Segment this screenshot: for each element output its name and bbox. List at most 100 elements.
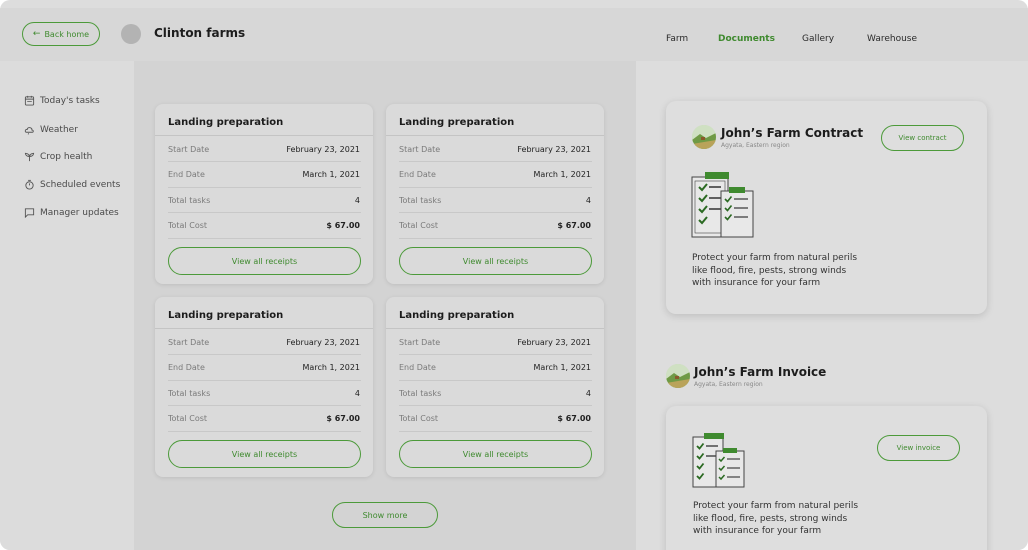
farm-thumbnail <box>692 125 716 149</box>
divider <box>168 431 361 432</box>
total-cost-value: $ 67.00 <box>326 221 360 230</box>
total-cost-label: Total Cost <box>168 221 208 230</box>
end-date-label: End Date <box>399 363 436 372</box>
sidebar-item-label: Crop health <box>40 151 93 162</box>
view-all-receipts-button[interactable]: View all receipts <box>399 247 592 275</box>
start-date-label: Start Date <box>168 145 210 154</box>
divider <box>399 238 592 239</box>
contract-card: John’s Farm Contract Agyata, Eastern reg… <box>666 101 987 314</box>
chat-icon <box>24 208 35 218</box>
farm-landscape-icon <box>692 125 716 149</box>
divider <box>155 328 373 329</box>
sidebar-item-label: Scheduled events <box>40 179 121 190</box>
end-date-label: End Date <box>168 363 205 372</box>
divider <box>386 328 604 329</box>
nav-warehouse[interactable]: Warehouse <box>867 34 917 44</box>
nav-gallery[interactable]: Gallery <box>802 34 834 44</box>
nav-farm[interactable]: Farm <box>666 34 688 44</box>
total-tasks-label: Total tasks <box>168 196 211 205</box>
card-title: Landing preparation <box>168 310 284 321</box>
invoice-document-icon <box>692 433 745 488</box>
divider <box>399 161 592 162</box>
task-card: Landing preparation Start Date February … <box>155 297 373 477</box>
end-date-value: March 1, 2021 <box>533 170 591 179</box>
sidebar-item-scheduled-events[interactable]: Scheduled events <box>24 179 120 190</box>
divider <box>399 380 592 381</box>
calendar-icon <box>24 95 35 106</box>
invoice-title: John’s Farm Invoice <box>694 365 827 379</box>
task-cards-panel: Landing preparation Start Date February … <box>134 61 636 550</box>
view-all-receipts-button[interactable]: View all receipts <box>168 247 361 275</box>
divider <box>168 238 361 239</box>
document-checklist-icon <box>691 172 754 238</box>
contract-description: Protect your farm from natural perils li… <box>692 253 858 288</box>
total-cost-value: $ 67.00 <box>557 414 591 423</box>
documents-panel: John’s Farm Contract Agyata, Eastern reg… <box>636 61 1028 550</box>
view-invoice-button[interactable]: View invoice <box>877 435 960 461</box>
view-contract-button[interactable]: View contract <box>881 125 964 151</box>
end-date-label: End Date <box>168 170 205 179</box>
sidebar: Today's tasks Weather Crop health Schedu… <box>0 61 134 550</box>
top-nav: Farm Documents Gallery Warehouse <box>0 34 1028 48</box>
sidebar-item-crop-health[interactable]: Crop health <box>24 151 92 162</box>
divider <box>399 405 592 406</box>
timer-icon <box>25 179 34 190</box>
card-title: Landing preparation <box>399 310 515 321</box>
start-date-value: February 23, 2021 <box>286 338 360 347</box>
total-cost-value: $ 67.00 <box>326 414 360 423</box>
total-cost-label: Total Cost <box>399 414 439 423</box>
plant-icon <box>24 152 35 162</box>
view-all-receipts-button[interactable]: View all receipts <box>399 440 592 468</box>
contract-location: Agyata, Eastern region <box>721 142 790 149</box>
divider <box>168 380 361 381</box>
view-all-receipts-button[interactable]: View all receipts <box>168 440 361 468</box>
invoice-description: Protect your farm from natural perils li… <box>693 501 859 536</box>
divider <box>386 135 604 136</box>
sidebar-item-weather[interactable]: Weather <box>24 124 78 135</box>
divider <box>168 212 361 213</box>
divider <box>168 187 361 188</box>
total-tasks-value: 4 <box>585 389 591 398</box>
sidebar-item-label: Today's tasks <box>40 95 100 106</box>
divider <box>155 135 373 136</box>
end-date-label: End Date <box>399 170 436 179</box>
nav-documents[interactable]: Documents <box>718 34 775 44</box>
start-date-value: February 23, 2021 <box>517 338 591 347</box>
app-window: ← Back home Clinton farms Farm Documents… <box>0 0 1028 550</box>
end-date-value: March 1, 2021 <box>533 363 591 372</box>
task-card: Landing preparation Start Date February … <box>386 297 604 477</box>
total-cost-label: Total Cost <box>168 414 208 423</box>
top-header: ← Back home Clinton farms Farm Documents… <box>0 8 1028 61</box>
start-date-value: February 23, 2021 <box>286 145 360 154</box>
total-tasks-label: Total tasks <box>399 389 442 398</box>
contract-title: John’s Farm Contract <box>721 126 864 140</box>
task-card: Landing preparation Start Date February … <box>386 104 604 284</box>
divider <box>399 187 592 188</box>
card-title: Landing preparation <box>168 117 284 128</box>
start-date-label: Start Date <box>399 338 441 347</box>
total-cost-value: $ 67.00 <box>557 221 591 230</box>
card-title: Landing preparation <box>399 117 515 128</box>
invoice-card: View invoice Protect your farm from natu… <box>666 406 987 550</box>
sidebar-item-label: Weather <box>40 124 78 135</box>
divider <box>399 354 592 355</box>
show-more-button[interactable]: Show more <box>332 502 438 528</box>
divider <box>168 354 361 355</box>
divider <box>399 212 592 213</box>
start-date-value: February 23, 2021 <box>517 145 591 154</box>
sidebar-item-todays-tasks[interactable]: Today's tasks <box>24 95 100 106</box>
sidebar-item-label: Manager updates <box>40 207 119 218</box>
sidebar-item-manager-updates[interactable]: Manager updates <box>24 207 119 218</box>
total-tasks-value: 4 <box>354 389 360 398</box>
end-date-value: March 1, 2021 <box>302 170 360 179</box>
divider <box>168 161 361 162</box>
total-tasks-value: 4 <box>585 196 591 205</box>
farm-thumbnail <box>666 364 690 388</box>
total-cost-label: Total Cost <box>399 221 439 230</box>
total-tasks-value: 4 <box>354 196 360 205</box>
total-tasks-label: Total tasks <box>399 196 442 205</box>
invoice-location: Agyata, Eastern region <box>694 381 763 388</box>
start-date-label: Start Date <box>399 145 441 154</box>
divider <box>168 405 361 406</box>
farm-landscape-icon <box>666 364 690 388</box>
